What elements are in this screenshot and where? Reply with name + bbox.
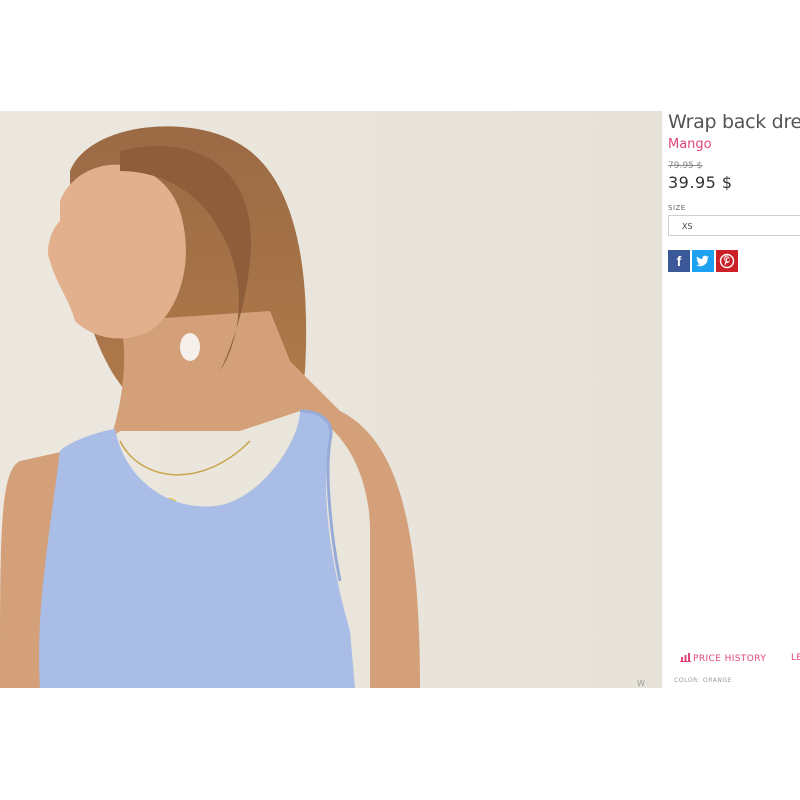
pinterest-icon [719,253,735,269]
size-selected-value: XS [682,222,693,231]
original-price: 79.95 $ [668,161,703,171]
bar-chart-icon [680,653,691,662]
twitter-icon [696,255,709,267]
color-info: COLOR: ORANGE [674,677,733,684]
model-photo [0,111,662,688]
price-history-label: PRICE HISTORY [693,654,767,664]
price-history-link[interactable]: PRICE HISTORY [680,653,766,664]
size-label: SIZE [668,204,686,212]
image-watermark: W [637,679,645,688]
pinterest-share-button[interactable] [716,250,738,272]
product-info-panel: Wrap back dress Mango 79.95 $ 39.95 $ SI… [662,111,800,688]
twitter-share-button[interactable] [692,250,714,272]
product-title: Wrap back dress [668,111,800,133]
facebook-icon: f [676,253,682,269]
sale-price: 39.95 $ [668,173,733,192]
size-select[interactable]: XS [668,215,800,236]
brand-link[interactable]: Mango [668,137,712,152]
facebook-share-button[interactable]: f [668,250,690,272]
cut-off-link[interactable]: LE [791,653,800,663]
product-image[interactable] [0,111,662,688]
